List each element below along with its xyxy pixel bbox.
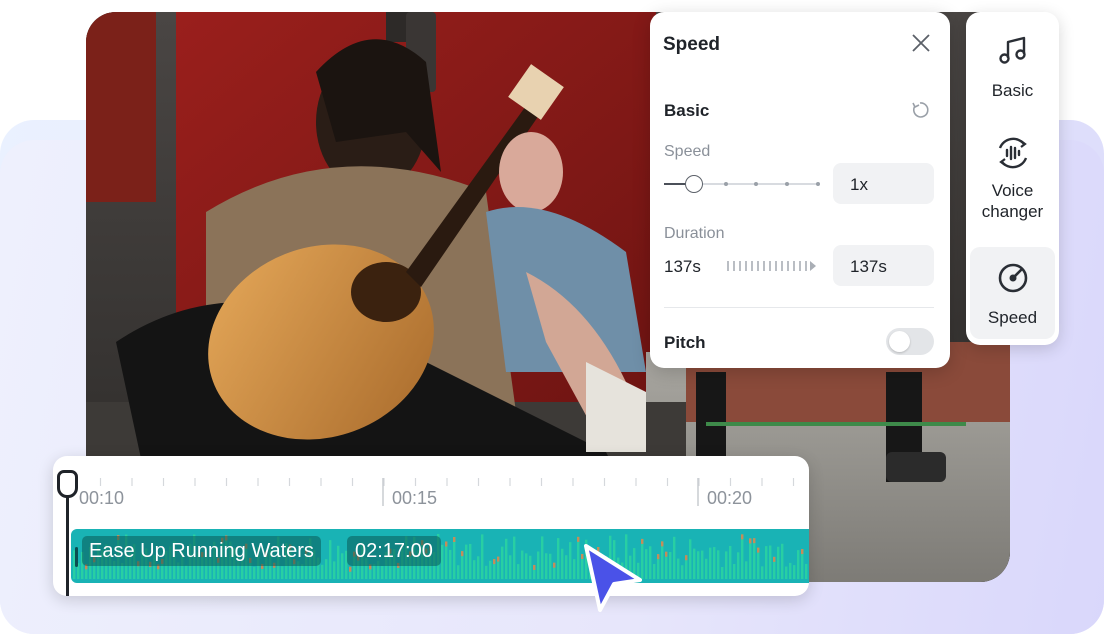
speed-panel: Speed Basic Speed 1x Duration 137s 137s … [650,12,950,368]
pitch-toggle[interactable] [886,328,934,355]
duration-original: 137s [664,257,701,276]
timeline-tick-label: 00:15 [392,488,438,508]
audio-side-menu: Basic Voice changer Speed [966,12,1059,345]
section-title-basic: Basic [664,101,710,120]
side-item-label: Voice changer [981,181,1044,221]
divider [664,307,934,308]
speed-slider-thumb[interactable] [685,175,703,193]
music-note-icon [998,36,1026,64]
timeline-panel: 00:10 00:15 00:20 Ease Up Running Waters… [53,456,809,596]
voice-changer-icon [998,137,1027,169]
speed-value-input[interactable]: 1x [833,163,934,204]
clip-duration: 02:17:00 [347,536,441,566]
side-item-label: Speed [987,308,1038,327]
slider-tick [724,182,728,186]
slider-tick [785,182,789,186]
pitch-label: Pitch [664,333,706,352]
close-icon[interactable] [910,32,932,54]
playhead-handle[interactable] [57,470,78,498]
slider-tick [816,182,820,186]
playhead-line [66,486,69,596]
side-item-label: Basic [991,81,1034,100]
clip-title: Ease Up Running Waters [82,536,321,566]
audio-clip[interactable]: Ease Up Running Waters 02:17:00 [71,529,809,583]
clip-trim-handle[interactable] [75,547,78,567]
timeline-tick-label: 00:10 [79,488,125,508]
timeline-tick-label: 00:20 [707,488,753,508]
duration-label: Duration [664,225,725,242]
duration-value-input[interactable]: 137s [833,245,934,286]
reset-icon[interactable] [910,100,930,120]
speed-gauge-icon [998,263,1027,293]
slider-tick [754,182,758,186]
side-item-speed[interactable]: Speed [970,247,1055,339]
toggle-knob [889,331,910,352]
duration-arrow-icon [727,261,816,271]
mouse-pointer-icon [584,544,642,612]
side-item-basic[interactable]: Basic [970,34,1055,126]
speed-label: Speed [664,143,711,160]
side-item-voice-changer[interactable]: Voice changer [970,136,1055,240]
panel-title: Speed [663,34,721,55]
